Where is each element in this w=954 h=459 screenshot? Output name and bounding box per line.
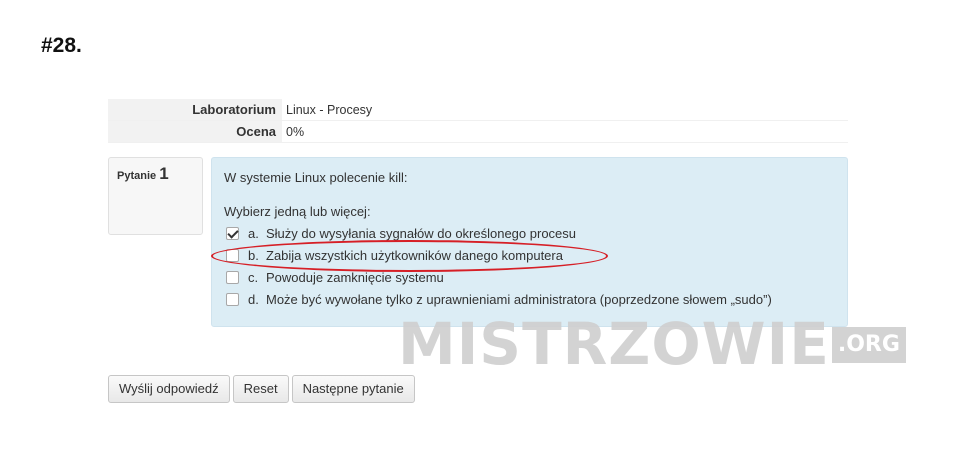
answer-letter: c. [248, 269, 259, 285]
answer-letter: a. [248, 225, 259, 241]
question-info-box: Pytanie 1 [108, 157, 203, 235]
checkbox-b[interactable] [226, 248, 239, 262]
answer-option-b[interactable]: b. Zabija wszystkich użytkowników danego… [224, 244, 835, 266]
question-label: Pytanie [117, 170, 157, 182]
checkbox-d[interactable] [226, 292, 239, 306]
answer-text: Powoduje zamknięcie systemu [266, 269, 444, 285]
info-row-lab: Laboratorium Linux - Procesy [108, 99, 848, 121]
checkbox-a[interactable] [226, 226, 239, 240]
answer-text: Może być wywołane tylko z uprawnieniami … [266, 291, 772, 307]
answer-letter: d. [248, 291, 259, 307]
info-value: 0% [286, 125, 305, 139]
answer-text: Służy do wysyłania sygnałów do określone… [266, 225, 577, 241]
reset-button[interactable]: Reset [232, 375, 289, 403]
answer-option-a[interactable]: a. Służy do wysyłania sygnałów do określ… [224, 222, 835, 244]
info-label: Ocena [108, 121, 282, 142]
checkbox-c[interactable] [226, 270, 239, 284]
question-content: W systemie Linux polecenie kill: Wybierz… [211, 157, 848, 327]
watermark-suffix: .ORG [831, 327, 906, 363]
info-label: Laboratorium [108, 99, 282, 120]
next-question-button[interactable]: Następne pytanie [291, 375, 415, 403]
info-row-grade: Ocena 0% [108, 121, 848, 143]
answer-prompt: Wybierz jedną lub więcej: [224, 204, 371, 219]
submit-button[interactable]: Wyślij odpowiedź [108, 375, 230, 403]
answer-option-c[interactable]: c. Powoduje zamknięcie systemu [224, 266, 835, 288]
info-value: Linux - Procesy [286, 103, 373, 117]
question-number: 1 [159, 164, 169, 183]
answer-letter: b. [248, 247, 259, 263]
question-text: W systemie Linux polecenie kill: [224, 170, 408, 185]
answer-text: Zabija wszystkich użytkowników danego ko… [266, 247, 563, 263]
button-bar: Wyślij odpowiedź Reset Następne pytanie [108, 375, 415, 403]
answer-option-d[interactable]: d. Może być wywołane tylko z uprawnienia… [224, 288, 835, 310]
post-number: #28. [41, 34, 82, 57]
info-table: Laboratorium Linux - Procesy Ocena 0% [108, 99, 848, 143]
